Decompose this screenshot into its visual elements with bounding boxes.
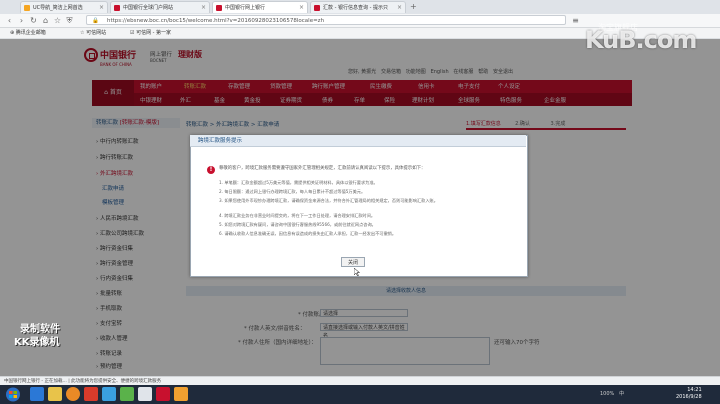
refresh-icon[interactable]: ↻ [28, 15, 39, 26]
notice-line: 5. 如您对跨境汇款有疑问，请咨询中国银行客服热线95566，或前往就近网点咨询… [219, 222, 376, 227]
app-icon[interactable] [156, 387, 170, 401]
browser-tab-4[interactable]: 汇款 - 银行信息查询 - 提示只 × [310, 1, 406, 13]
boc-favicon-icon [314, 5, 320, 11]
notice-line: 1. 单笔额：汇款金额超过5万美元等值，需提供相关证明材料，具体以银行要求为准。 [219, 180, 378, 185]
bookmark-item[interactable]: ⊕ 腾讯企业邮箱 [10, 28, 46, 38]
close-tab-icon[interactable]: × [99, 2, 104, 13]
bookmark-item[interactable]: ☑ 可信网 - 第一家 [130, 28, 171, 38]
app-icon[interactable] [120, 387, 134, 401]
windows-start-icon[interactable] [2, 386, 24, 403]
app-icon[interactable] [102, 387, 116, 401]
app-icon[interactable] [84, 387, 98, 401]
notice-line: 2. 每日限额：通过网上银行办理跨境汇款，每人每日累计不超过等值5万美元。 [219, 189, 366, 194]
clock[interactable]: 14:21 2016/9/28 [676, 387, 702, 401]
uc-browser-icon[interactable] [174, 387, 188, 401]
close-tab-icon[interactable]: × [397, 2, 402, 13]
ie-browser-icon[interactable] [30, 387, 44, 401]
browser-tab-2[interactable]: 中国银行全球门户网站 × [110, 1, 210, 13]
menu-icon[interactable]: ≡ [570, 15, 581, 26]
close-tab-icon[interactable]: × [201, 2, 206, 13]
lock-icon: 🔒 [92, 18, 99, 24]
file-explorer-icon[interactable] [48, 387, 62, 401]
back-icon[interactable]: ‹ [4, 15, 15, 26]
mouse-cursor-icon [354, 268, 360, 276]
notice-line: 6. 请确认收款人信息准确无误，因信息有误造成的损失由汇款人承担，汇款一经发出不… [219, 231, 397, 236]
recorder-watermark: KK录像机 [14, 337, 60, 348]
browser-status-bar: 中国银行网上银行 - 正在加载... | 此功能将为您提供安全、便捷的跨境汇款服… [0, 376, 720, 385]
bookmark-item[interactable]: ☆ 可信网站 [80, 28, 106, 38]
browser-tab-3[interactable]: 中国银行网上银行 × [212, 1, 308, 13]
uc-favicon-icon [24, 5, 30, 11]
close-tab-icon[interactable]: × [299, 2, 304, 13]
boc-favicon-icon [216, 5, 222, 11]
warning-icon: ! [207, 166, 215, 174]
notice-line: 4. 跨境汇款业务在非营业时间提交的，将在下一工作日处理，请合理安排汇款时间。 [219, 213, 376, 218]
firefox-icon[interactable] [66, 387, 80, 401]
forward-icon[interactable]: › [16, 15, 27, 26]
new-tab-icon[interactable]: + [410, 2, 417, 11]
notice-modal [190, 135, 528, 277]
star-icon[interactable]: ☆ [52, 15, 63, 26]
kk-watermark-logo: KuB.com [585, 26, 697, 54]
modal-title: 跨境汇款服务提示 [190, 135, 526, 147]
browser-tab-1[interactable]: UC导航_简洁上网首选 × [20, 1, 108, 13]
close-button[interactable]: 关闭 [341, 257, 365, 267]
boc-favicon-icon [114, 5, 120, 11]
url-input[interactable]: 🔒 https://ebsnew.boc.cn/boc15/welcome.ht… [86, 15, 566, 25]
modal-intro: 尊敬的客户，跨境汇款服务需要遵守国家外汇管理相关规定，汇款前请认真阅读以下提示，… [219, 166, 426, 171]
system-tray[interactable]: 100% 中 [600, 390, 624, 397]
home-icon[interactable]: ⌂ [40, 15, 51, 26]
notice-line: 3. 如果您使用外币现钞办理跨境汇款，请确保资金来源合法，并符合外汇管理局的相关… [219, 198, 438, 203]
app-icon[interactable] [138, 387, 152, 401]
shield-icon[interactable]: ⛨ [64, 15, 75, 26]
